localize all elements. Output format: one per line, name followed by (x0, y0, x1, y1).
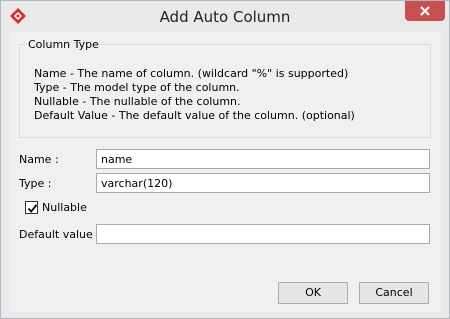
help-line-type: Type - The model type of the column. (34, 81, 240, 94)
cancel-button[interactable]: Cancel (359, 282, 429, 304)
name-field[interactable] (96, 149, 430, 169)
default-value-field[interactable] (96, 224, 430, 244)
default-value-label: Default value : (19, 228, 100, 241)
help-line-nullable: Nullable - The nullable of the column. (34, 95, 241, 108)
nullable-label[interactable]: Nullable (42, 201, 87, 214)
help-line-default: Default Value - The default value of the… (34, 109, 355, 122)
help-line-name: Name - The name of column. (wildcard "%"… (34, 67, 349, 80)
type-field[interactable] (96, 173, 430, 193)
window-title: Add Auto Column (159, 8, 291, 26)
group-legend: Column Type (26, 38, 101, 51)
dialog-window: Add Auto Column Column Type Name - The n… (0, 0, 450, 319)
column-type-group: Column Type Name - The name of column. (… (19, 38, 431, 138)
name-label: Name : (19, 153, 59, 166)
ok-button[interactable]: OK (278, 282, 348, 304)
checkmark-icon (27, 204, 38, 213)
dialog-content: Column Type Name - The name of column. (… (9, 32, 441, 312)
nullable-checkbox[interactable] (25, 201, 38, 214)
title-bar[interactable]: Add Auto Column (1, 1, 449, 32)
close-button[interactable] (405, 1, 445, 21)
type-label: Type : (19, 177, 52, 190)
